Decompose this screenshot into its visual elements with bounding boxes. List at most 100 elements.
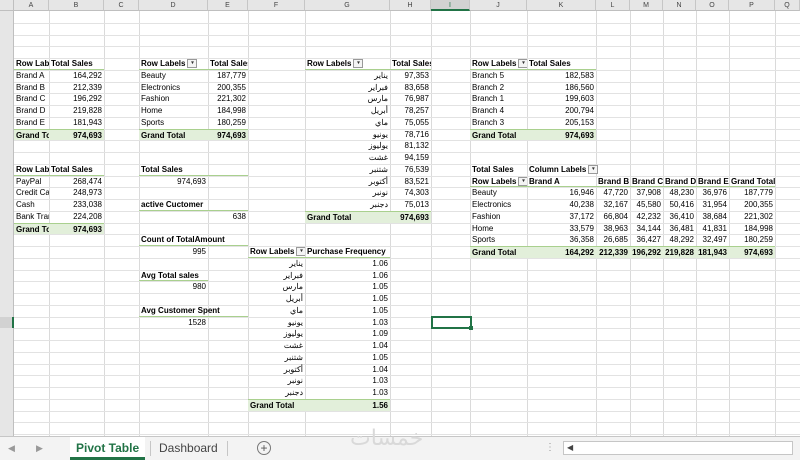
matrix-cell[interactable]: 36,481 bbox=[663, 223, 696, 235]
pivot-row-value[interactable]: 212,339 bbox=[49, 82, 104, 94]
pivot-row-label[interactable]: Electronics bbox=[139, 82, 208, 94]
pivot-row-value[interactable]: 248,973 bbox=[49, 187, 104, 199]
row-header[interactable] bbox=[0, 340, 14, 352]
row-header[interactable] bbox=[0, 222, 14, 235]
matrix-brand-header[interactable]: Brand D bbox=[663, 176, 696, 188]
kpi-active-customer-value[interactable]: 638 bbox=[139, 211, 248, 223]
matrix-cell[interactable]: 50,416 bbox=[663, 199, 696, 211]
row-header[interactable] bbox=[0, 58, 14, 70]
row-header[interactable] bbox=[0, 398, 14, 411]
matrix-grand-total-value[interactable]: 974,693 bbox=[729, 246, 775, 258]
row-header[interactable] bbox=[0, 328, 14, 340]
matrix-row-label[interactable]: Beauty bbox=[470, 187, 527, 199]
matrix-cell[interactable]: 47,720 bbox=[596, 187, 630, 199]
pivot-row-value[interactable]: 78,716 bbox=[390, 129, 431, 141]
pivot-row-label[interactable]: Credit Card bbox=[14, 187, 49, 199]
row-header[interactable] bbox=[0, 375, 14, 387]
pivot-row-value[interactable]: 1.06 bbox=[305, 258, 390, 270]
pivot-row-label[interactable]: Branch 1 bbox=[470, 93, 527, 105]
pivot-row-label[interactable]: يوليوز bbox=[248, 328, 305, 340]
row-header[interactable] bbox=[0, 152, 14, 164]
pivot-row-label[interactable]: أبريل bbox=[248, 293, 305, 305]
column-header[interactable]: J bbox=[470, 0, 527, 11]
row-header[interactable] bbox=[0, 11, 14, 23]
pivot-row-label[interactable]: أكتوبر bbox=[248, 364, 305, 376]
pivot-row-value[interactable]: 205,153 bbox=[527, 117, 596, 129]
pivot-row-value[interactable]: 200,794 bbox=[527, 105, 596, 117]
pivot-grand-total-label[interactable]: Grand Total bbox=[305, 210, 390, 223]
column-header[interactable]: F bbox=[248, 0, 305, 11]
sort-filter-icon[interactable]: ▾ bbox=[518, 59, 527, 69]
pivot-row-value[interactable]: 76,987 bbox=[390, 93, 431, 105]
pivot-row-value[interactable]: 186,560 bbox=[527, 82, 596, 94]
matrix-brand-header[interactable]: Brand C bbox=[630, 176, 663, 188]
pivot-row-label[interactable]: Branch 5 bbox=[470, 70, 527, 82]
row-header[interactable] bbox=[0, 422, 14, 434]
row-header[interactable] bbox=[0, 22, 14, 35]
column-header[interactable]: M bbox=[630, 0, 663, 11]
matrix-cell[interactable]: 42,232 bbox=[630, 211, 663, 223]
kpi-avg-spent-header[interactable]: Avg Customer Spent bbox=[139, 305, 248, 317]
pivot-row-value[interactable]: 83,658 bbox=[390, 82, 431, 94]
row-header[interactable] bbox=[0, 81, 14, 94]
pivot-row-value[interactable]: 75,055 bbox=[390, 117, 431, 129]
pivot-row-labels-header[interactable]: Row Labels▾ bbox=[139, 58, 208, 70]
pivot-grand-total-value[interactable]: 974,693 bbox=[208, 128, 248, 141]
pivot-value-header[interactable]: Total Sales bbox=[49, 164, 104, 176]
matrix-cell[interactable]: 38,963 bbox=[596, 223, 630, 235]
pivot-row-value[interactable]: 233,038 bbox=[49, 199, 104, 211]
column-header[interactable]: A bbox=[14, 0, 49, 11]
matrix-cell[interactable]: 33,579 bbox=[527, 223, 596, 235]
matrix-cell[interactable]: 48,292 bbox=[663, 234, 696, 246]
column-header[interactable]: D bbox=[139, 0, 208, 11]
pivot-grand-total-value[interactable]: 974,693 bbox=[527, 128, 596, 141]
row-header[interactable] bbox=[0, 257, 14, 270]
pivot-row-value[interactable]: 268,474 bbox=[49, 176, 104, 188]
kpi-count-value[interactable]: 995 bbox=[139, 246, 208, 258]
pivot-row-value[interactable]: 74,303 bbox=[390, 187, 431, 199]
column-header[interactable]: K bbox=[527, 0, 596, 11]
pivot-row-label[interactable]: أكتوبر bbox=[305, 176, 390, 188]
pivot-row-value[interactable]: 1.04 bbox=[305, 364, 390, 376]
add-sheet-icon[interactable]: + bbox=[257, 441, 271, 455]
pivot-row-label[interactable]: Cash bbox=[14, 199, 49, 211]
row-header[interactable] bbox=[0, 105, 14, 117]
matrix-cell[interactable]: 37,908 bbox=[630, 187, 663, 199]
row-header[interactable] bbox=[0, 93, 14, 105]
column-header[interactable]: E bbox=[208, 0, 248, 11]
pivot-row-value[interactable]: 180,259 bbox=[208, 117, 248, 129]
row-header[interactable] bbox=[0, 34, 14, 47]
row-header[interactable] bbox=[0, 316, 14, 329]
pivot-row-label[interactable]: Brand B bbox=[14, 82, 49, 94]
matrix-row-labels-header[interactable]: Row Labels ▾ bbox=[470, 176, 527, 188]
pivot-row-value[interactable]: 1.09 bbox=[305, 328, 390, 340]
matrix-brand-header[interactable]: Brand A bbox=[527, 176, 596, 188]
row-header[interactable] bbox=[0, 199, 14, 211]
pivot-row-value[interactable]: 83,521 bbox=[390, 176, 431, 188]
pivot-row-label[interactable]: فبراير bbox=[305, 82, 390, 94]
pivot-row-value[interactable]: 196,292 bbox=[49, 93, 104, 105]
pivot-row-label[interactable]: Brand D bbox=[14, 105, 49, 117]
matrix-column-labels-header[interactable]: Column Labels ▾ bbox=[527, 164, 630, 176]
spreadsheet-grid[interactable]: ABCDEFGHIJKLMNOPQ Row Labels▾Total Sales… bbox=[0, 0, 800, 436]
matrix-grand-total-label[interactable]: Grand Total bbox=[470, 246, 527, 258]
pivot-row-label[interactable]: دجنبر bbox=[248, 387, 305, 399]
pivot-grand-total-label[interactable]: Grand Total bbox=[470, 128, 527, 141]
pivot-row-value[interactable]: 78,257 bbox=[390, 105, 431, 117]
row-header[interactable] bbox=[0, 387, 14, 399]
pivot-row-label[interactable]: Fashion bbox=[139, 93, 208, 105]
matrix-cell[interactable]: 34,144 bbox=[630, 223, 663, 235]
pivot-row-label[interactable]: يونيو bbox=[305, 129, 390, 141]
pivot-row-label[interactable]: Branch 3 bbox=[470, 117, 527, 129]
row-header[interactable] bbox=[0, 246, 14, 258]
pivot-row-label[interactable]: دجنبر bbox=[305, 199, 390, 211]
pivot-row-value[interactable]: 94,159 bbox=[390, 152, 431, 164]
pivot-row-labels-header[interactable]: Row Labels▾ bbox=[14, 58, 49, 70]
pivot-row-value[interactable]: 221,302 bbox=[208, 93, 248, 105]
matrix-row-label[interactable]: Sports bbox=[470, 234, 527, 246]
matrix-cell[interactable]: 32,167 bbox=[596, 199, 630, 211]
matrix-grand-total-value[interactable]: 196,292 bbox=[630, 246, 663, 258]
pivot-row-label[interactable]: غشت bbox=[305, 152, 390, 164]
pivot-row-label[interactable]: Beauty bbox=[139, 70, 208, 82]
pivot-value-header[interactable]: Total Sales bbox=[208, 58, 248, 70]
